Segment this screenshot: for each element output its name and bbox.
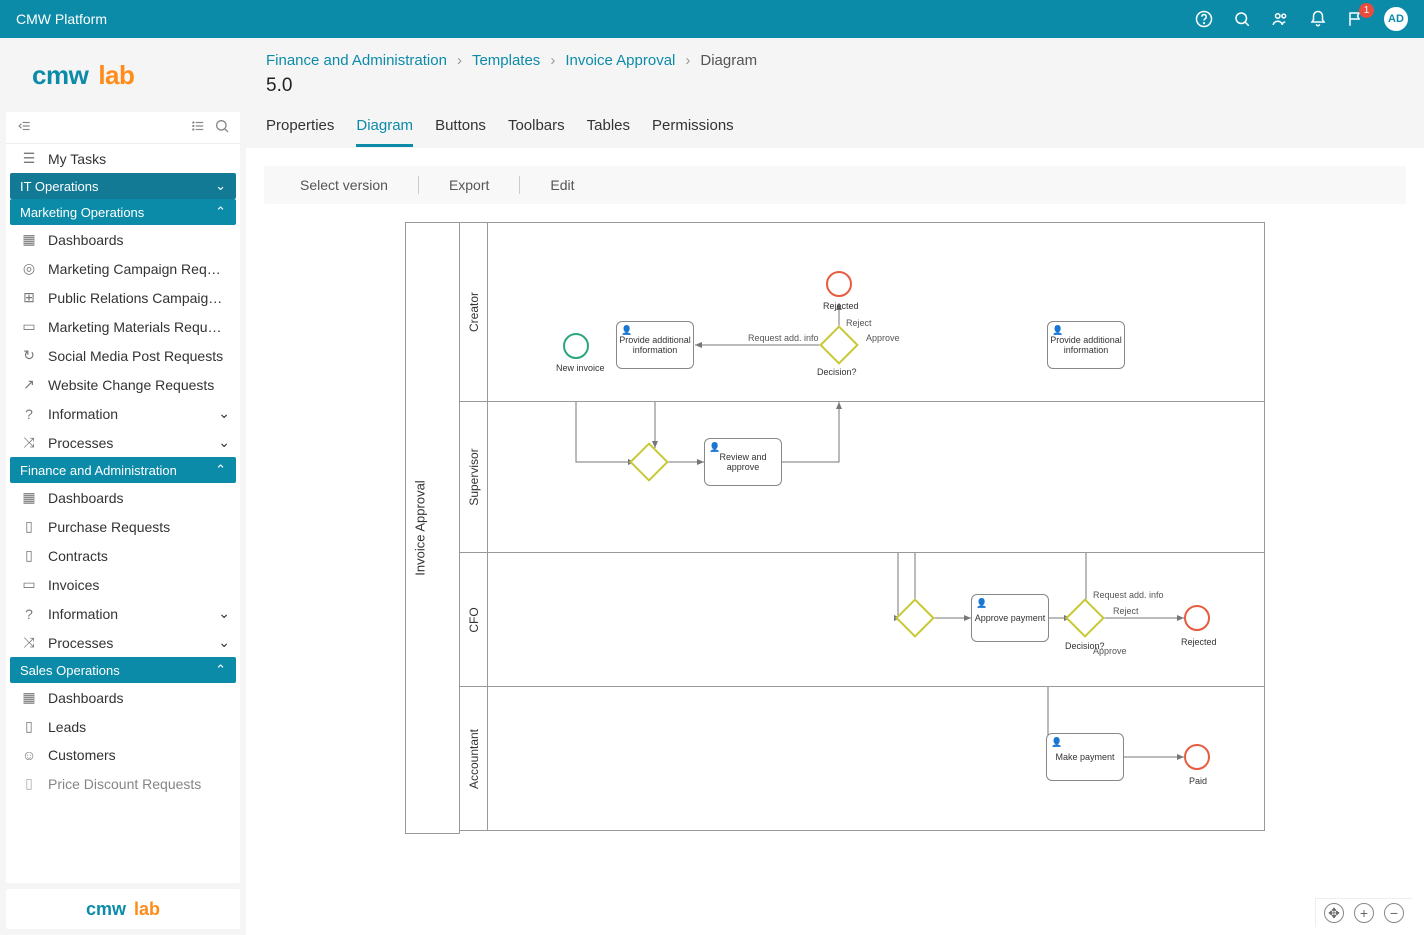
lane-creator: Creator New invoice: [460, 222, 1265, 402]
lane-cfo: CFO: [460, 552, 1265, 687]
gateway-merge-1[interactable]: [629, 442, 669, 482]
chevron-up-icon: ⌃: [215, 204, 226, 220]
flag-icon[interactable]: 1: [1346, 9, 1366, 29]
nav-tools: [6, 112, 240, 144]
topbar: CMW Platform 1 AD: [0, 0, 1424, 38]
nav-dashboards[interactable]: ▦Dashboards: [6, 225, 240, 254]
breadcrumb-item: Diagram: [700, 52, 757, 69]
bell-icon[interactable]: [1308, 9, 1328, 29]
start-label: New invoice: [556, 363, 605, 373]
breadcrumb-area: Finance and Administration› Templates› I…: [246, 38, 1424, 107]
edit-button[interactable]: Edit: [544, 177, 580, 193]
export-button[interactable]: Export: [443, 177, 495, 193]
task-provide-info-2[interactable]: 👤Provide additional information: [1047, 321, 1125, 369]
gateway-merge-2[interactable]: [895, 598, 935, 638]
chevron-up-icon: ⌃: [215, 462, 226, 478]
nav-customers[interactable]: ☺Customers: [6, 741, 240, 769]
breadcrumb: Finance and Administration› Templates› I…: [266, 52, 1404, 69]
list-icon[interactable]: [190, 119, 206, 136]
paid-label: Paid: [1189, 776, 1207, 786]
tab-permissions[interactable]: Permissions: [652, 117, 734, 147]
end-event-rejected-1[interactable]: [826, 271, 852, 297]
nav-processes-1[interactable]: ⤨Processes⌄: [6, 428, 240, 457]
tab-diagram[interactable]: Diagram: [356, 117, 413, 147]
nav-marketing-campaign[interactable]: ◎Marketing Campaign Req…: [6, 254, 240, 283]
nav-social-media[interactable]: ↻Social Media Post Requests: [6, 341, 240, 370]
avatar[interactable]: AD: [1384, 7, 1408, 31]
sidebar: cmw lab ☰My Tasks IT Operations⌄ Marketi…: [0, 38, 246, 935]
nav-leads[interactable]: ▯Leads: [6, 712, 240, 741]
zoom-out-icon[interactable]: −: [1384, 903, 1404, 923]
nav-website-change[interactable]: ↗Website Change Requests: [6, 370, 240, 399]
chevron-up-icon: ⌃: [215, 662, 226, 678]
chevron-down-icon: ⌄: [218, 434, 230, 451]
task-review-approve[interactable]: 👤Review and approve: [704, 438, 782, 486]
notification-badge: 1: [1359, 3, 1374, 18]
nav-processes-2[interactable]: ⤨Processes⌄: [6, 628, 240, 657]
gateway-decision-2[interactable]: [1065, 598, 1105, 638]
chevron-down-icon: ⌄: [218, 605, 230, 622]
bottom-logo: cmwlab: [6, 889, 240, 929]
breadcrumb-item[interactable]: Invoice Approval: [565, 52, 675, 69]
start-event[interactable]: [563, 333, 589, 359]
nav-contracts[interactable]: ▯Contracts: [6, 541, 240, 570]
task-approve-payment[interactable]: 👤Approve payment: [971, 594, 1049, 642]
nav-invoices[interactable]: ▭Invoices: [6, 570, 240, 599]
end-event-rejected-2[interactable]: [1184, 605, 1210, 631]
nav-price-discount[interactable]: ▯Price Discount Requests: [6, 769, 240, 798]
rejected-label-2: Rejected: [1181, 637, 1217, 647]
tab-buttons[interactable]: Buttons: [435, 117, 486, 147]
end-event-paid[interactable]: [1184, 744, 1210, 770]
lane-supervisor: Supervisor: [460, 401, 1265, 553]
nav-section-it-operations[interactable]: IT Operations⌄: [10, 173, 236, 199]
chevron-down-icon: ⌄: [218, 634, 230, 651]
nav-section-sales-operations[interactable]: Sales Operations⌃: [10, 657, 236, 683]
nav-information-1[interactable]: ?Information⌄: [6, 399, 240, 428]
rejected-label-1: Rejected: [823, 301, 859, 311]
search-icon[interactable]: [1232, 9, 1252, 29]
pool-header: Invoice Approval: [405, 222, 460, 834]
nav-sales-dashboards[interactable]: ▦Dashboards: [6, 683, 240, 712]
bpmn-diagram[interactable]: Invoice Approval Creator: [405, 222, 1265, 831]
nav-my-tasks[interactable]: ☰My Tasks: [6, 144, 240, 173]
chevron-down-icon: ⌄: [218, 405, 230, 422]
zoom-controls: ✥ + −: [1315, 898, 1412, 927]
zoom-fit-icon[interactable]: ✥: [1324, 903, 1344, 923]
nav-section-finance-admin[interactable]: Finance and Administration⌃: [10, 457, 236, 483]
zoom-in-icon[interactable]: +: [1354, 903, 1374, 923]
people-icon[interactable]: [1270, 9, 1290, 29]
breadcrumb-item[interactable]: Templates: [472, 52, 540, 69]
nav-section-marketing-operations[interactable]: Marketing Operations⌃: [10, 199, 236, 225]
app-title: CMW Platform: [16, 11, 1194, 27]
select-version-button[interactable]: Select version: [294, 177, 394, 193]
nav-marketing-materials[interactable]: ▭Marketing Materials Requ…: [6, 312, 240, 341]
chevron-down-icon: ⌄: [215, 178, 226, 194]
tab-properties[interactable]: Properties: [266, 117, 334, 147]
breadcrumb-item[interactable]: Finance and Administration: [266, 52, 447, 69]
gateway-label-1: Decision?: [817, 367, 857, 377]
nav-purchase-requests[interactable]: ▯Purchase Requests: [6, 512, 240, 541]
nav-fin-dashboards[interactable]: ▦Dashboards: [6, 483, 240, 512]
help-icon[interactable]: [1194, 9, 1214, 29]
tabs: Properties Diagram Buttons Toolbars Tabl…: [246, 107, 1424, 148]
task-make-payment[interactable]: 👤Make payment: [1046, 733, 1124, 781]
tab-toolbars[interactable]: Toolbars: [508, 117, 565, 147]
diagram-toolbar: Select version Export Edit: [264, 166, 1406, 204]
logo: cmw lab: [0, 38, 246, 112]
nav-information-2[interactable]: ?Information⌄: [6, 599, 240, 628]
task-provide-info-1[interactable]: 👤Provide additional information: [616, 321, 694, 369]
gateway-decision-1[interactable]: [819, 325, 859, 365]
collapse-icon[interactable]: [16, 119, 34, 136]
page-version: 5.0: [266, 75, 1404, 97]
tab-tables[interactable]: Tables: [587, 117, 630, 147]
nav-search-icon[interactable]: [214, 118, 230, 137]
content-area: Select version Export Edit Invoice Appro…: [246, 148, 1424, 935]
nav-public-relations[interactable]: ⊞Public Relations Campaig…: [6, 283, 240, 312]
lane-accountant: Accountant 👤Make payment Paid: [460, 686, 1265, 831]
pool-label: Invoice Approval: [413, 480, 428, 575]
